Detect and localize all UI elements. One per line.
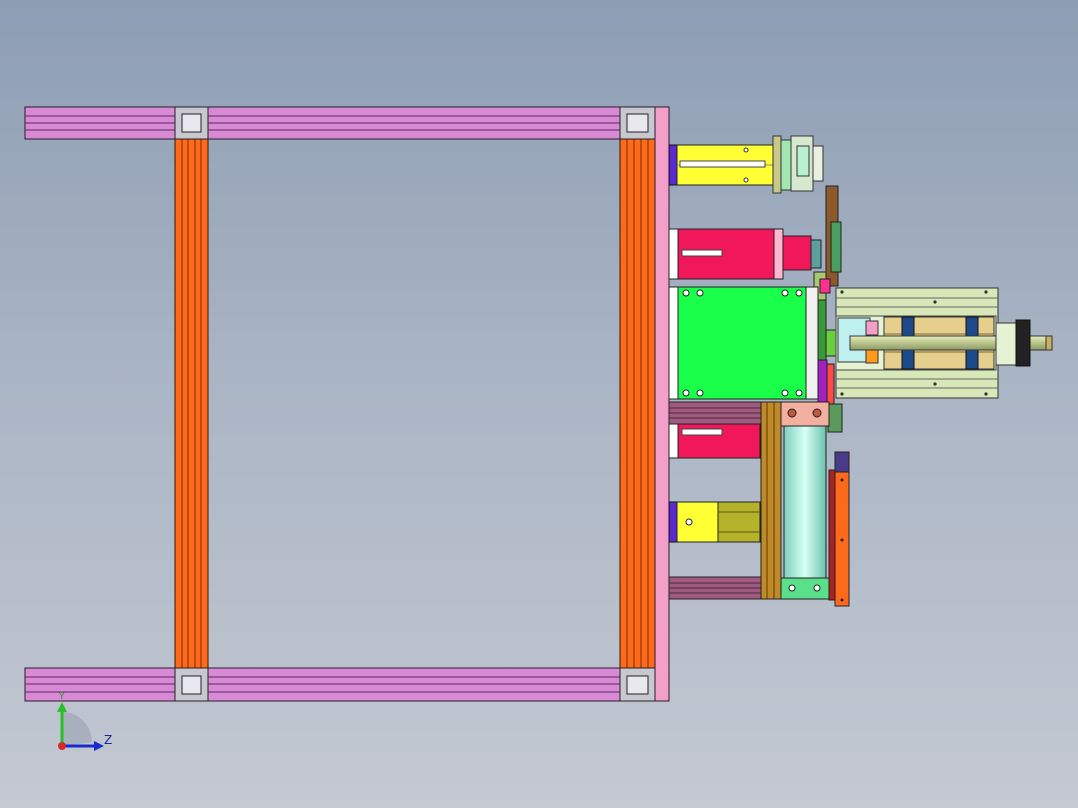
red-cylinder-lower — [668, 423, 761, 459]
cyan-cylinder — [780, 401, 830, 600]
assembly-drawing[interactable]: Z Y — [0, 0, 1078, 808]
z-axis-label: Z — [104, 733, 112, 747]
brown-guide-plate — [760, 401, 782, 600]
bottom-horizontal-profile — [24, 667, 656, 702]
lower-striped-bracket-top — [668, 401, 762, 425]
linear-slide-unit — [835, 287, 1053, 399]
cad-viewport[interactable]: Z Y — [0, 0, 1078, 808]
left-vertical-post — [174, 138, 209, 669]
y-axis-label: Y — [58, 692, 65, 702]
lower-striped-bracket-bottom — [668, 576, 762, 600]
red-cylinder-upper — [668, 228, 822, 280]
mounting-plate — [654, 106, 670, 702]
corner-brackets — [174, 106, 656, 702]
yellow-cylinder-top — [668, 135, 824, 194]
orange-side-rail — [828, 451, 850, 607]
yellow-cylinder-lower — [668, 501, 761, 543]
right-vertical-post — [619, 138, 656, 669]
top-horizontal-profile — [24, 106, 656, 140]
